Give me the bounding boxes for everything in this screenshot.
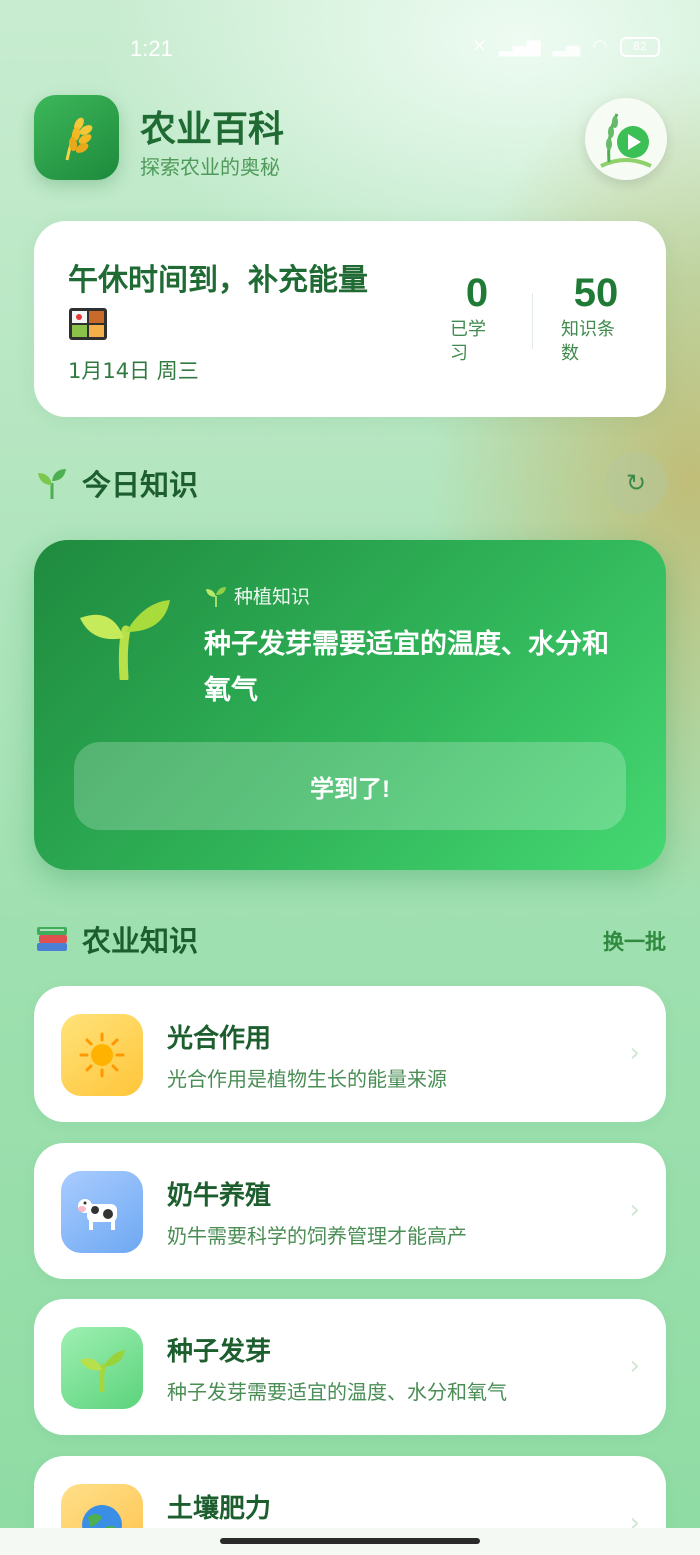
knowledge-item[interactable]: 种子发芽 种子发芽需要适宜的温度、水分和氧气 › — [34, 1299, 666, 1435]
profile-avatar[interactable] — [585, 98, 667, 180]
stat-total-value: 50 — [573, 271, 619, 315]
app-title: 农业百科 — [140, 109, 285, 150]
knowledge-item-title: 奶牛养殖 — [167, 1181, 272, 1211]
learned-button[interactable]: 学到了! — [74, 742, 626, 830]
today-fact: 种子发芽需要适宜的温度、水分和氧气 — [204, 629, 609, 706]
status-icons: ✕ ▂▄▆ ▂▄ ◠ 82 — [472, 36, 660, 57]
knowledge-section-title: 农业知识 — [34, 918, 198, 960]
battery-icon: 82 — [620, 36, 660, 57]
books-icon — [37, 927, 67, 951]
switch-batch-link[interactable]: 换一批 — [603, 926, 666, 956]
status-time: 1:21 — [130, 36, 173, 61]
stat-learned-label: 已学习 — [450, 319, 486, 364]
status-bar: 1:21 ✕ ▂▄▆ ▂▄ ◠ 82 — [0, 0, 700, 96]
knowledge-item-title: 土壤肥力 — [167, 1494, 272, 1524]
knowledge-item-title: 光合作用 — [167, 1024, 272, 1054]
greeting-date: 1月14日 周三 — [68, 359, 199, 383]
cow-icon — [61, 1171, 143, 1253]
sun-icon — [61, 1014, 143, 1096]
today-category: 种植知识 — [204, 582, 310, 609]
chevron-right-icon: › — [629, 1351, 640, 1381]
vibrate-icon: ✕ — [471, 36, 488, 57]
home-indicator[interactable] — [220, 1538, 480, 1544]
chevron-right-icon: › — [629, 1195, 640, 1225]
today-section-title: 今日知识 — [34, 462, 198, 504]
seedling-icon — [61, 1327, 143, 1409]
knowledge-item[interactable]: 光合作用 光合作用是植物生长的能量来源 › — [34, 986, 666, 1122]
today-knowledge-card: 种植知识 种子发芽需要适宜的温度、水分和氧气 学到了! — [34, 540, 666, 870]
stat-total-label: 知识条数 — [561, 319, 615, 364]
app-logo — [34, 95, 119, 180]
refresh-icon: ↻ — [625, 469, 647, 497]
chevron-right-icon: › — [629, 1038, 640, 1068]
knowledge-item-desc: 种子发芽需要适宜的温度、水分和氧气 — [167, 1380, 507, 1404]
small-seedling-icon — [206, 586, 226, 607]
greeting-message: 午休时间到，补充能量 — [68, 259, 418, 354]
wifi-icon: ◠ — [592, 36, 608, 57]
seedling-icon — [38, 469, 66, 499]
stat-total: 50 知识条数 — [561, 271, 651, 366]
wheat-icon — [65, 117, 92, 160]
stat-learned-value: 0 — [465, 271, 489, 315]
signal-icon-2: ▂▄ — [552, 36, 581, 57]
refresh-button[interactable]: ↻ — [605, 452, 667, 514]
knowledge-item-desc: 奶牛需要科学的饲养管理才能高产 — [167, 1224, 467, 1248]
bento-box-icon — [68, 307, 108, 354]
sprout-icon — [78, 588, 170, 684]
knowledge-item[interactable]: 奶牛养殖 奶牛需要科学的饲养管理才能高产 › — [34, 1143, 666, 1279]
play-logo-icon — [600, 113, 652, 168]
knowledge-item-desc: 光合作用是植物生长的能量来源 — [167, 1067, 447, 1091]
stat-divider — [532, 293, 533, 349]
greeting-card: 午休时间到，补充能量 1月14日 周三 0 已学习 50 知识条数 — [34, 221, 666, 417]
knowledge-item-title: 种子发芽 — [167, 1337, 272, 1367]
signal-icon: ▂▄▆ — [499, 36, 541, 57]
stat-learned: 0 已学习 — [450, 271, 530, 366]
app-subtitle: 探索农业的奥秘 — [140, 155, 280, 179]
